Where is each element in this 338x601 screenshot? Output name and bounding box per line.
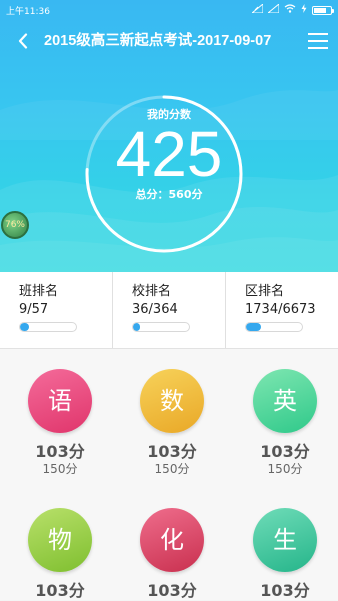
subject-icon-chemistry[interactable]: 化 <box>140 508 204 572</box>
subject-chinese[interactable]: 语 103分 150分 <box>10 369 110 477</box>
back-button[interactable] <box>14 30 32 52</box>
subject-score: 103分 <box>260 442 310 461</box>
rank-value: 9/57 <box>19 302 49 317</box>
subject-score: 103分 <box>35 442 85 461</box>
title-bar: 2015级高三新起点考试-2017-09-07 <box>0 28 338 54</box>
subject-icon-english[interactable]: 英 <box>253 369 317 433</box>
score-value: 425 <box>115 118 223 190</box>
rank-progress-bar <box>19 322 77 332</box>
subject-english[interactable]: 英 103分 150分 <box>235 369 335 477</box>
subject-score: 103分 <box>35 581 85 600</box>
rank-label: 校排名 <box>132 284 172 299</box>
rank-school[interactable]: 校排名 36/364 <box>112 272 225 348</box>
back-arrow-icon <box>18 33 28 49</box>
rank-progress-bar <box>132 322 190 332</box>
subject-full-score: 150分 <box>267 462 303 476</box>
rank-label: 区排名 <box>245 284 285 299</box>
subject-score: 103分 <box>260 581 310 600</box>
subject-chemistry[interactable]: 化 103分 <box>122 508 222 601</box>
subject-full-score: 150分 <box>154 462 190 476</box>
menu-icon <box>308 33 328 35</box>
subject-grid: 语 103分 150分 数 103分 150分 英 103分 150分 物 10… <box>0 349 338 600</box>
subject-score: 103分 <box>147 442 197 461</box>
rank-district[interactable]: 区排名 1734/6673 <box>225 272 338 348</box>
subject-icon-chinese[interactable]: 语 <box>28 369 92 433</box>
signal-off-icon <box>250 2 264 16</box>
total-score: 总分：560分 <box>135 188 203 201</box>
rank-class[interactable]: 班排名 9/57 <box>0 272 112 348</box>
rank-label: 班排名 <box>19 284 59 299</box>
battery-icon <box>312 5 334 15</box>
rank-panel: 班排名 9/57 校排名 36/364 区排名 1734/6673 <box>0 272 338 349</box>
status-bar: 上午11:36 <box>0 0 338 20</box>
subject-physics[interactable]: 物 103分 <box>10 508 110 601</box>
subject-full-score: 150分 <box>42 462 78 476</box>
subject-icon-biology[interactable]: 生 <box>253 508 317 572</box>
subject-biology[interactable]: 生 103分 <box>235 508 335 601</box>
exam-title: 2015级高三新起点考试-2017-09-07 <box>44 33 272 49</box>
rank-value: 1734/6673 <box>245 302 316 317</box>
sim-off-icon <box>266 2 280 16</box>
wifi-icon <box>284 4 296 16</box>
floating-percent-badge[interactable]: 76% <box>1 211 29 239</box>
rank-value: 36/364 <box>132 302 178 317</box>
subject-icon-math[interactable]: 数 <box>140 369 204 433</box>
subject-icon-physics[interactable]: 物 <box>28 508 92 572</box>
status-time: 上午11:36 <box>6 6 50 17</box>
menu-button[interactable] <box>308 33 328 49</box>
subject-math[interactable]: 数 103分 150分 <box>122 369 222 477</box>
rank-progress-bar <box>245 322 303 332</box>
subject-score: 103分 <box>147 581 197 600</box>
charging-icon <box>301 4 307 16</box>
